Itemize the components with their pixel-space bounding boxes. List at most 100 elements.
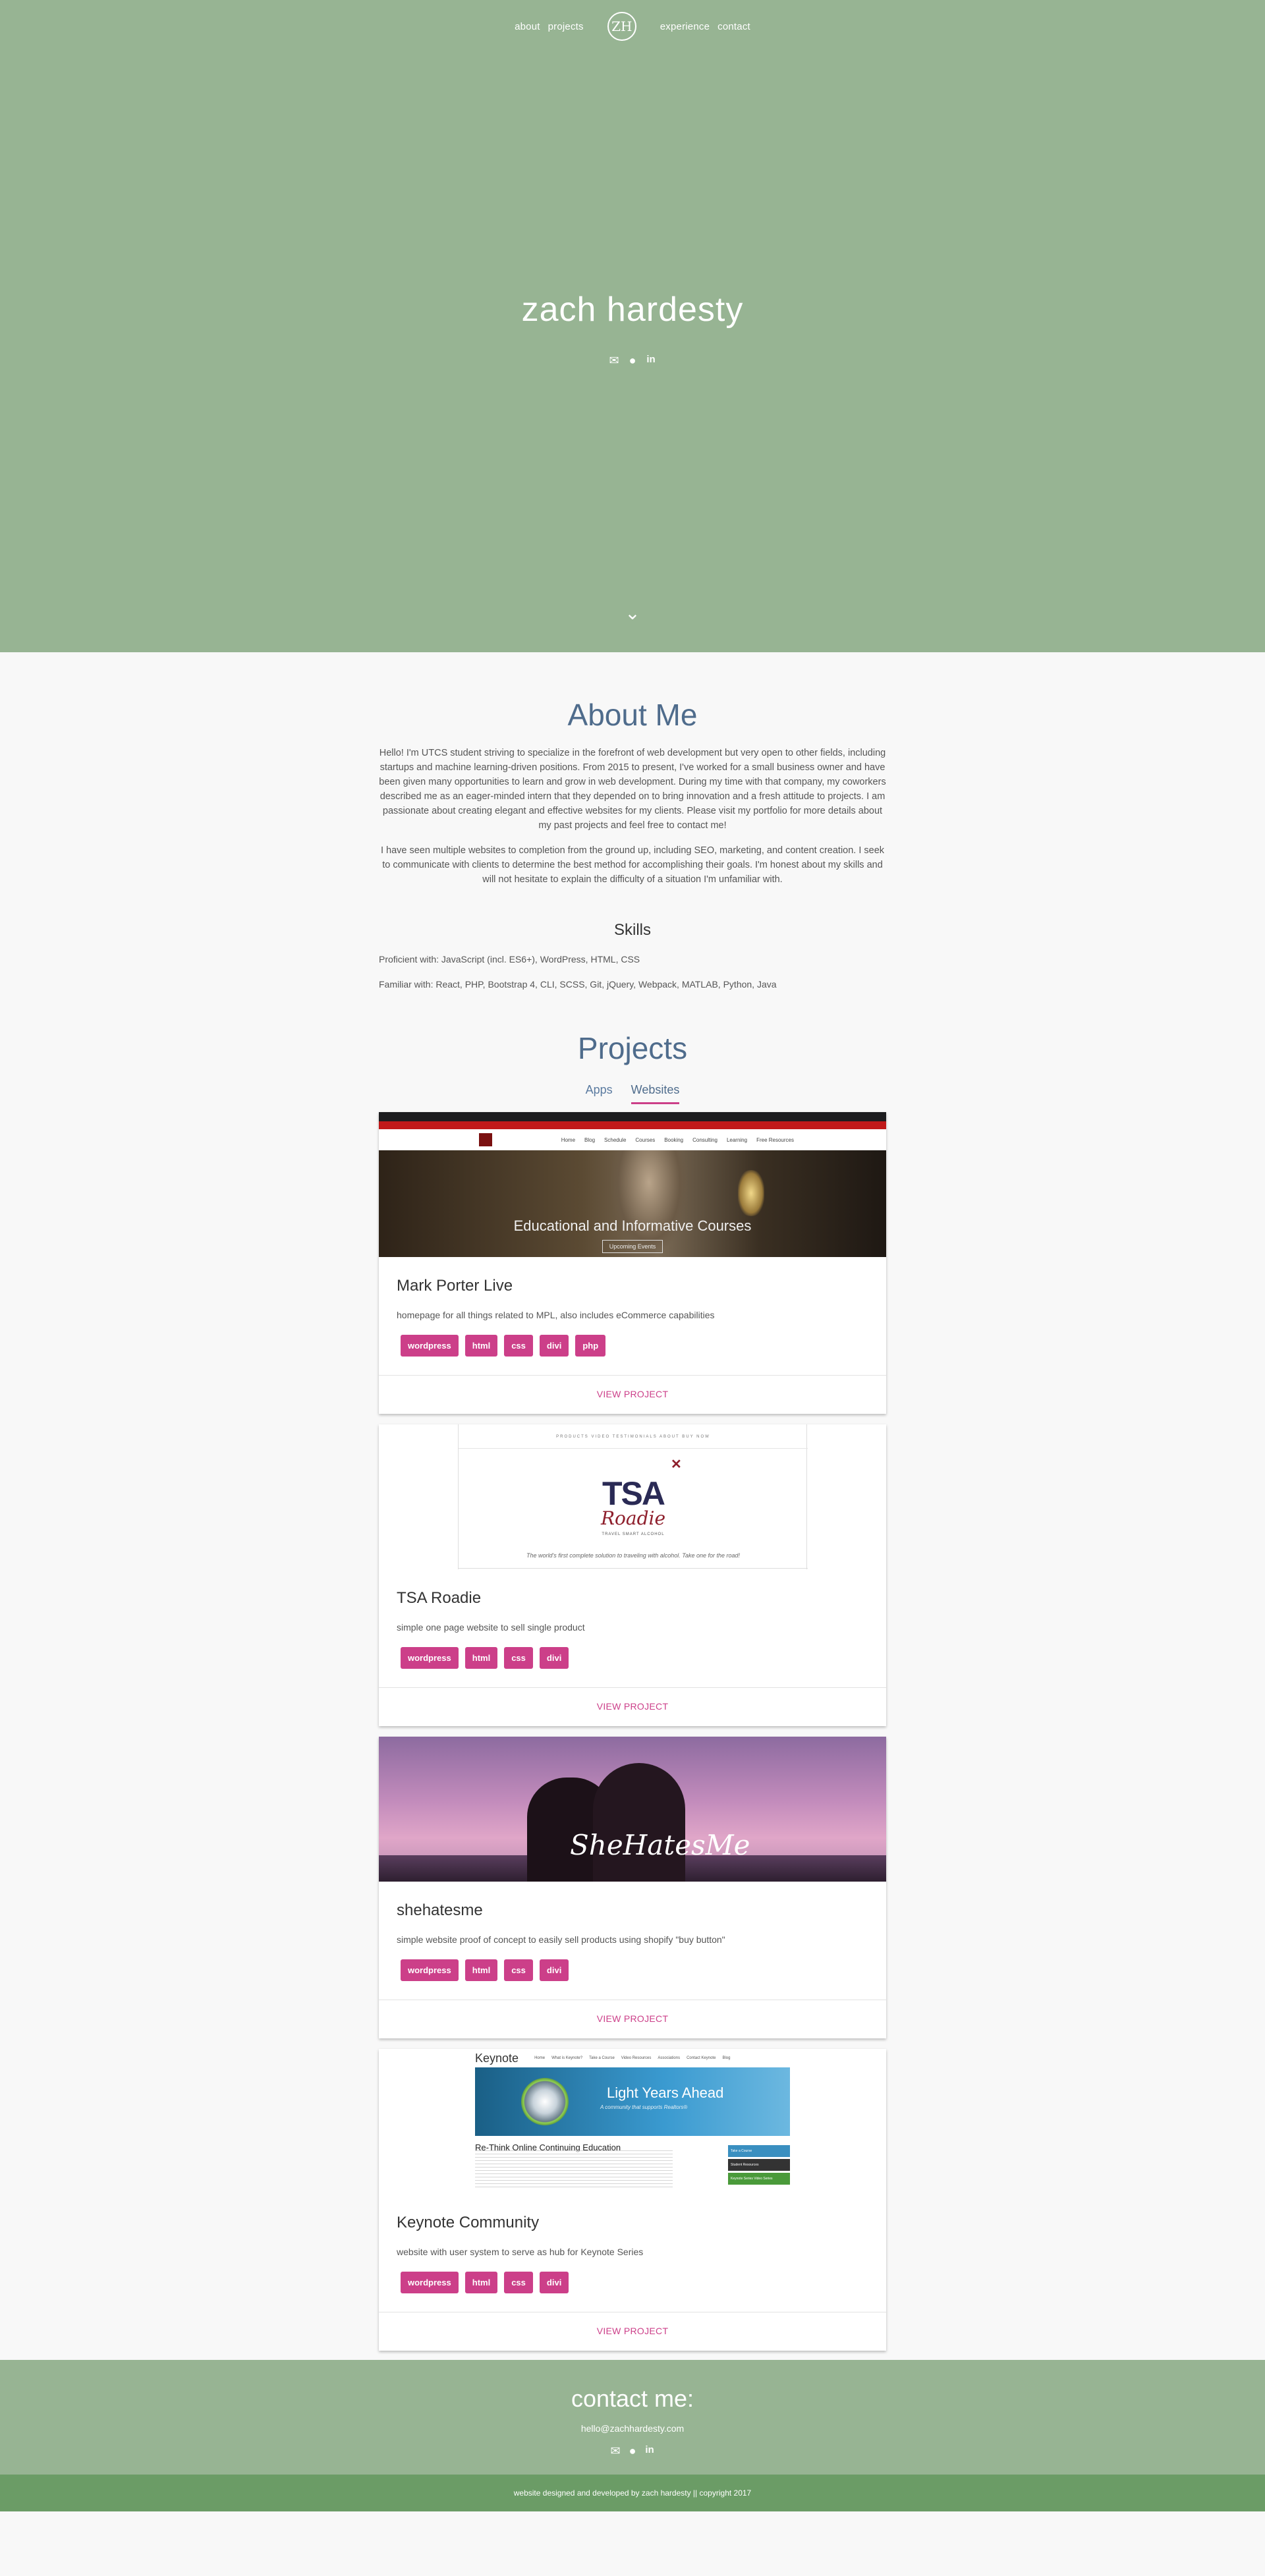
thumb-menu-item: Booking bbox=[664, 1136, 684, 1143]
thumb-caption: Educational and Informative Courses bbox=[513, 1218, 752, 1234]
view-project-button[interactable]: VIEW PROJECT bbox=[379, 1687, 886, 1726]
project-card-mark-porter-live: Home Blog Schedule Courses Booking Consu… bbox=[379, 1112, 886, 1414]
thumb-menu-item: Free Resources bbox=[756, 1136, 794, 1143]
project-thumbnail[interactable]: PRODUCTS VIDEO TESTIMONIALS ABOUT BUY NO… bbox=[379, 1424, 886, 1569]
thumb-silhouette bbox=[593, 1763, 685, 1882]
site-logo-icon bbox=[479, 1133, 492, 1146]
project-thumbnail[interactable]: Keynote Home What is Keynote? Take a Cou… bbox=[379, 2049, 886, 2194]
nav-about-link[interactable]: about bbox=[515, 21, 540, 32]
hero: about projects ZH experience contact zac… bbox=[0, 0, 1265, 652]
view-project-button[interactable]: VIEW PROJECT bbox=[379, 2312, 886, 2351]
contact-email-link[interactable]: hello@zachhardesty.com bbox=[0, 2423, 1265, 2434]
envelope-icon[interactable]: ✉ bbox=[609, 2444, 622, 2458]
thumb-body-text bbox=[475, 2150, 673, 2187]
tab-apps[interactable]: Apps bbox=[586, 1083, 613, 1104]
close-x-icon: ✕ bbox=[671, 1457, 682, 1472]
thumb-signature: SheHatesMe bbox=[570, 1829, 750, 1861]
project-description: homepage for all things related to MPL, … bbox=[397, 1310, 715, 1320]
nav-contact-link[interactable]: contact bbox=[717, 21, 750, 32]
linkedin-icon[interactable]: in bbox=[643, 2444, 656, 2458]
skills-familiar: Familiar with: React, PHP, Bootstrap 4, … bbox=[379, 979, 777, 990]
tag-chip: css bbox=[504, 1647, 533, 1669]
project-thumbnail[interactable]: SheHatesMe bbox=[379, 1737, 886, 1882]
skills-proficient: Proficient with: JavaScript (incl. ES6+)… bbox=[379, 954, 640, 965]
thumb-side-button: Take a Course bbox=[728, 2145, 790, 2157]
github-icon[interactable]: ● bbox=[626, 2444, 639, 2458]
project-card-shehatesme: SheHatesMe shehatesme simple website pro… bbox=[379, 1737, 886, 2038]
project-description: website with user system to serve as hub… bbox=[397, 2247, 644, 2257]
about-paragraph-1: Hello! I'm UTCS student striving to spec… bbox=[379, 748, 886, 831]
logo-text: ZH bbox=[611, 18, 632, 34]
project-title: shehatesme bbox=[397, 1901, 483, 1919]
tag-chip: html bbox=[464, 1959, 498, 1981]
thumb-button: Upcoming Events bbox=[602, 1240, 663, 1253]
thumb-menu-item: Take a Course bbox=[589, 2056, 615, 2060]
about-title: About Me bbox=[567, 698, 698, 732]
chevron-down-icon[interactable]: ⌄ bbox=[0, 602, 1265, 624]
tab-websites[interactable]: Websites bbox=[631, 1083, 680, 1104]
thumb-banner: Light Years Ahead A community that suppo… bbox=[475, 2067, 790, 2136]
tag-chip: html bbox=[464, 2272, 498, 2293]
project-card-keynote-community: Keynote Home What is Keynote? Take a Cou… bbox=[379, 2049, 886, 2351]
main-nav: about projects ZH experience contact bbox=[0, 12, 1265, 41]
tag-chip: css bbox=[504, 1335, 533, 1357]
thumb-brand: Keynote bbox=[475, 2051, 519, 2065]
nav-projects-link[interactable]: projects bbox=[548, 21, 584, 32]
view-project-button[interactable]: VIEW PROJECT bbox=[379, 2000, 886, 2038]
nav-experience-link[interactable]: experience bbox=[660, 21, 710, 32]
project-title: TSA Roadie bbox=[397, 1589, 482, 1607]
project-tags: wordpress html css divi bbox=[397, 1959, 868, 1981]
tag-chip: divi bbox=[539, 1959, 569, 1981]
github-icon[interactable]: ● bbox=[626, 354, 639, 368]
projects-title: Projects bbox=[577, 1031, 688, 1065]
project-thumbnail[interactable]: Home Blog Schedule Courses Booking Consu… bbox=[379, 1112, 886, 1257]
hero-social-links: ✉ ● in bbox=[0, 354, 1265, 368]
linkedin-icon[interactable]: in bbox=[644, 354, 658, 368]
thumb-menu-item: Consulting bbox=[692, 1136, 717, 1143]
thumb-menu-item: Learning bbox=[726, 1136, 748, 1143]
tag-chip: divi bbox=[539, 1335, 569, 1357]
copyright-text: website designed and developed by zach h… bbox=[513, 2488, 752, 2498]
copyright-bar: website designed and developed by zach h… bbox=[0, 2475, 1265, 2511]
project-title: Mark Porter Live bbox=[397, 1277, 513, 1295]
thumb-sidebar: Take a Course Student Resources Keynote … bbox=[728, 2145, 790, 2187]
thumb-menu-item: Associations bbox=[658, 2056, 681, 2060]
tag-chip: divi bbox=[539, 2272, 569, 2293]
tag-chip: wordpress bbox=[401, 1959, 459, 1981]
power-icon bbox=[521, 2078, 569, 2125]
skills-title: Skills bbox=[613, 921, 651, 939]
projects-section: Projects Apps Websites bbox=[379, 1030, 886, 1104]
thumb-banner-title: Light Years Ahead bbox=[607, 2085, 724, 2101]
thumb-side-button: Keynote Series Video Series bbox=[728, 2173, 790, 2185]
project-description: simple website proof of concept to easil… bbox=[397, 1934, 725, 1945]
thumb-menu-item: Home bbox=[534, 2056, 546, 2060]
thumb-menu-item: What is Keynote? bbox=[551, 2056, 583, 2060]
contact-title: contact me: bbox=[571, 2385, 694, 2412]
view-project-button[interactable]: VIEW PROJECT bbox=[379, 1375, 886, 1414]
tag-chip: wordpress bbox=[401, 1647, 459, 1669]
tag-chip: wordpress bbox=[401, 2272, 459, 2293]
thumb-menu-item: Home bbox=[561, 1136, 576, 1143]
thumb-logo-sub: Roadie bbox=[600, 1507, 666, 1529]
thumb-menu-item: Courses bbox=[635, 1136, 656, 1143]
project-tags: wordpress html css divi bbox=[397, 2272, 868, 2293]
tag-chip: html bbox=[464, 1647, 498, 1669]
thumb-side-button: Student Resources bbox=[728, 2159, 790, 2171]
tag-chip: wordpress bbox=[401, 1335, 459, 1357]
footer-social-links: ✉ ● in bbox=[0, 2444, 1265, 2458]
project-card-tsa-roadie: PRODUCTS VIDEO TESTIMONIALS ABOUT BUY NO… bbox=[379, 1424, 886, 1726]
tag-chip: css bbox=[504, 1959, 533, 1981]
tag-chip: divi bbox=[539, 1647, 569, 1669]
contact-section: contact me: hello@zachhardesty.com ✉ ● i… bbox=[0, 2360, 1265, 2475]
thumb-banner-subtitle: A community that supports Realtors® bbox=[600, 2104, 688, 2110]
tag-chip: php bbox=[575, 1335, 606, 1357]
envelope-icon[interactable]: ✉ bbox=[607, 354, 621, 368]
tag-chip: css bbox=[504, 2272, 533, 2293]
project-description: simple one page website to sell single p… bbox=[397, 1622, 585, 1633]
tag-chip: html bbox=[464, 1335, 498, 1357]
thumb-menu-item: Schedule bbox=[604, 1136, 627, 1143]
logo[interactable]: ZH bbox=[607, 12, 636, 41]
thumb-menu-item: Contact Keynote bbox=[687, 2056, 716, 2060]
thumb-menu-item: Blog bbox=[584, 1136, 596, 1143]
project-title: Keynote Community bbox=[397, 2214, 540, 2231]
